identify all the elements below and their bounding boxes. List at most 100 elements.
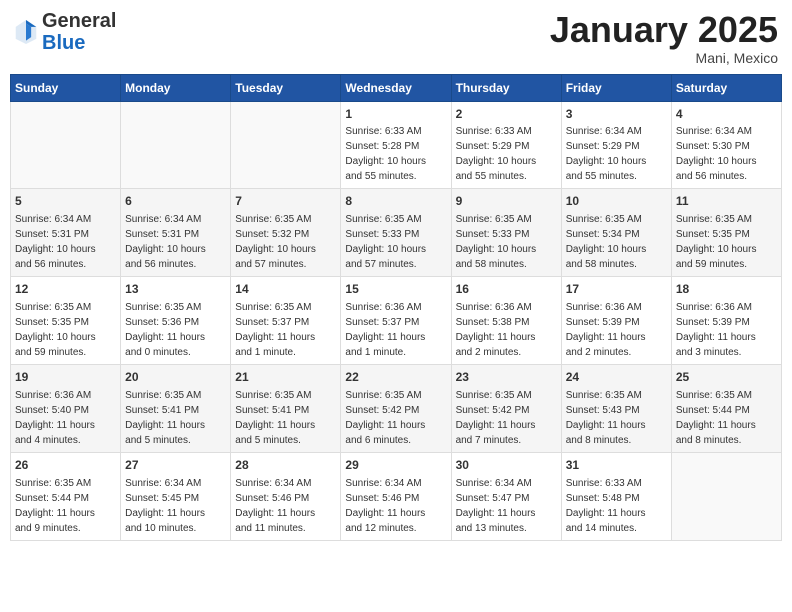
day-number: 14 bbox=[235, 281, 336, 298]
day-info: Sunrise: 6:35 AM Sunset: 5:36 PM Dayligh… bbox=[125, 302, 205, 358]
calendar-cell: 4Sunrise: 6:34 AM Sunset: 5:30 PM Daylig… bbox=[671, 101, 781, 189]
logo: General Blue bbox=[14, 10, 116, 54]
day-info: Sunrise: 6:35 AM Sunset: 5:41 PM Dayligh… bbox=[235, 390, 315, 446]
day-number: 19 bbox=[15, 369, 116, 386]
calendar-cell: 2 Sunrise: 6:33 AM Sunset: 5:29 PM Daylig… bbox=[451, 101, 561, 189]
day-info: Sunrise: 6:33 AM Sunset: 5:28 PM Dayligh… bbox=[345, 126, 426, 182]
day-number: 27 bbox=[125, 457, 226, 474]
day-number: 13 bbox=[125, 281, 226, 298]
calendar-cell: 14 Sunrise: 6:35 AM Sunset: 5:37 PM Dayli… bbox=[231, 277, 341, 365]
weekday-header-sunday: Sunday bbox=[11, 74, 121, 101]
weekday-header-thursday: Thursday bbox=[451, 74, 561, 101]
day-number: 1 bbox=[345, 106, 446, 123]
day-number: 24 bbox=[566, 369, 667, 386]
day-number: 6 bbox=[125, 193, 226, 210]
calendar-cell bbox=[231, 101, 341, 189]
title-block: January 2025 Mani, Mexico bbox=[550, 10, 778, 66]
calendar-cell: 27 Sunrise: 6:34 AM Sunset: 5:45 PM Dayli… bbox=[121, 452, 231, 540]
day-info: Sunrise: 6:33 AM Sunset: 5:29 PM Dayligh… bbox=[456, 126, 537, 182]
day-info: Sunrise: 6:35 AM Sunset: 5:43 PM Dayligh… bbox=[566, 390, 646, 446]
calendar-cell: 12 Sunrise: 6:35 AM Sunset: 5:35 PM Dayli… bbox=[11, 277, 121, 365]
calendar-cell: 16Sunrise: 6:36 AM Sunset: 5:38 PM Dayli… bbox=[451, 277, 561, 365]
calendar-cell: 8 Sunrise: 6:35 AM Sunset: 5:33 PM Daylig… bbox=[341, 189, 451, 277]
day-info: Sunrise: 6:35 AM Sunset: 5:42 PM Dayligh… bbox=[345, 390, 425, 446]
calendar-cell: 25 Sunrise: 6:35 AM Sunset: 5:44 PM Dayli… bbox=[671, 364, 781, 452]
day-number: 30 bbox=[456, 457, 557, 474]
logo-text: General Blue bbox=[42, 10, 116, 54]
day-info: Sunrise: 6:35 AM Sunset: 5:35 PM Dayligh… bbox=[15, 302, 96, 358]
calendar-cell: 20 Sunrise: 6:35 AM Sunset: 5:41 PM Dayli… bbox=[121, 364, 231, 452]
day-info: Sunrise: 6:35 AM Sunset: 5:33 PM Dayligh… bbox=[345, 214, 426, 270]
day-number: 11 bbox=[676, 193, 777, 210]
day-number: 9 bbox=[456, 193, 557, 210]
day-info: Sunrise: 6:36 AM Sunset: 5:40 PM Dayligh… bbox=[15, 390, 95, 446]
calendar-cell: 22 Sunrise: 6:35 AM Sunset: 5:42 PM Dayli… bbox=[341, 364, 451, 452]
day-info: Sunrise: 6:35 AM Sunset: 5:41 PM Dayligh… bbox=[125, 390, 205, 446]
weekday-header-monday: Monday bbox=[121, 74, 231, 101]
day-info: Sunrise: 6:33 AM Sunset: 5:48 PM Dayligh… bbox=[566, 478, 646, 534]
day-number: 29 bbox=[345, 457, 446, 474]
calendar-cell: 15Sunrise: 6:36 AM Sunset: 5:37 PM Dayli… bbox=[341, 277, 451, 365]
day-info: Sunrise: 6:35 AM Sunset: 5:42 PM Dayligh… bbox=[456, 390, 536, 446]
weekday-header-wednesday: Wednesday bbox=[341, 74, 451, 101]
day-info: Sunrise: 6:35 AM Sunset: 5:37 PM Dayligh… bbox=[235, 302, 315, 358]
calendar-cell: 6 Sunrise: 6:34 AM Sunset: 5:31 PM Daylig… bbox=[121, 189, 231, 277]
day-info: Sunrise: 6:34 AM Sunset: 5:46 PM Dayligh… bbox=[235, 478, 315, 534]
calendar-cell bbox=[121, 101, 231, 189]
calendar-cell: 19 Sunrise: 6:36 AM Sunset: 5:40 PM Dayli… bbox=[11, 364, 121, 452]
calendar-week-row: 1 Sunrise: 6:33 AM Sunset: 5:28 PM Daylig… bbox=[11, 101, 782, 189]
day-number: 7 bbox=[235, 193, 336, 210]
logo-icon bbox=[14, 18, 38, 46]
calendar-week-row: 19 Sunrise: 6:36 AM Sunset: 5:40 PM Dayli… bbox=[11, 364, 782, 452]
calendar-cell: 3 Sunrise: 6:34 AM Sunset: 5:29 PM Daylig… bbox=[561, 101, 671, 189]
calendar-cell: 11Sunrise: 6:35 AM Sunset: 5:35 PM Dayli… bbox=[671, 189, 781, 277]
page-header: General Blue January 2025 Mani, Mexico bbox=[10, 10, 782, 66]
day-number: 25 bbox=[676, 369, 777, 386]
day-info: Sunrise: 6:34 AM Sunset: 5:31 PM Dayligh… bbox=[15, 214, 96, 270]
calendar-cell: 18Sunrise: 6:36 AM Sunset: 5:39 PM Dayli… bbox=[671, 277, 781, 365]
calendar-cell bbox=[11, 101, 121, 189]
calendar-week-row: 12 Sunrise: 6:35 AM Sunset: 5:35 PM Dayli… bbox=[11, 277, 782, 365]
calendar-cell: 13 Sunrise: 6:35 AM Sunset: 5:36 PM Dayli… bbox=[121, 277, 231, 365]
day-info: Sunrise: 6:34 AM Sunset: 5:45 PM Dayligh… bbox=[125, 478, 205, 534]
day-number: 5 bbox=[15, 193, 116, 210]
month-title: January 2025 bbox=[550, 10, 778, 50]
calendar-cell: 28 Sunrise: 6:34 AM Sunset: 5:46 PM Dayli… bbox=[231, 452, 341, 540]
day-number: 26 bbox=[15, 457, 116, 474]
day-number: 2 bbox=[456, 106, 557, 123]
day-info: Sunrise: 6:36 AM Sunset: 5:39 PM Dayligh… bbox=[566, 302, 646, 358]
day-info: Sunrise: 6:35 AM Sunset: 5:34 PM Dayligh… bbox=[566, 214, 647, 270]
calendar-cell: 24 Sunrise: 6:35 AM Sunset: 5:43 PM Dayli… bbox=[561, 364, 671, 452]
day-info: Sunrise: 6:36 AM Sunset: 5:37 PM Dayligh… bbox=[345, 302, 425, 358]
calendar-cell: 29 Sunrise: 6:34 AM Sunset: 5:46 PM Dayli… bbox=[341, 452, 451, 540]
weekday-header-saturday: Saturday bbox=[671, 74, 781, 101]
day-number: 3 bbox=[566, 106, 667, 123]
location: Mani, Mexico bbox=[550, 50, 778, 66]
day-number: 12 bbox=[15, 281, 116, 298]
calendar-cell: 17Sunrise: 6:36 AM Sunset: 5:39 PM Dayli… bbox=[561, 277, 671, 365]
calendar-cell: 1 Sunrise: 6:33 AM Sunset: 5:28 PM Daylig… bbox=[341, 101, 451, 189]
day-info: Sunrise: 6:34 AM Sunset: 5:46 PM Dayligh… bbox=[345, 478, 425, 534]
day-number: 18 bbox=[676, 281, 777, 298]
calendar-header: SundayMondayTuesdayWednesdayThursdayFrid… bbox=[11, 74, 782, 101]
day-info: Sunrise: 6:35 AM Sunset: 5:44 PM Dayligh… bbox=[15, 478, 95, 534]
calendar-cell bbox=[671, 452, 781, 540]
calendar-cell: 31 Sunrise: 6:33 AM Sunset: 5:48 PM Dayli… bbox=[561, 452, 671, 540]
day-number: 23 bbox=[456, 369, 557, 386]
day-number: 20 bbox=[125, 369, 226, 386]
day-number: 10 bbox=[566, 193, 667, 210]
day-number: 22 bbox=[345, 369, 446, 386]
day-info: Sunrise: 6:34 AM Sunset: 5:31 PM Dayligh… bbox=[125, 214, 206, 270]
day-number: 31 bbox=[566, 457, 667, 474]
day-info: Sunrise: 6:35 AM Sunset: 5:33 PM Dayligh… bbox=[456, 214, 537, 270]
day-info: Sunrise: 6:35 AM Sunset: 5:44 PM Dayligh… bbox=[676, 390, 756, 446]
calendar-cell: 7Sunrise: 6:35 AM Sunset: 5:32 PM Daylig… bbox=[231, 189, 341, 277]
day-info: Sunrise: 6:34 AM Sunset: 5:47 PM Dayligh… bbox=[456, 478, 536, 534]
calendar-week-row: 26 Sunrise: 6:35 AM Sunset: 5:44 PM Dayli… bbox=[11, 452, 782, 540]
day-number: 28 bbox=[235, 457, 336, 474]
calendar-cell: 21Sunrise: 6:35 AM Sunset: 5:41 PM Dayli… bbox=[231, 364, 341, 452]
day-number: 8 bbox=[345, 193, 446, 210]
calendar-week-row: 5 Sunrise: 6:34 AM Sunset: 5:31 PM Daylig… bbox=[11, 189, 782, 277]
day-info: Sunrise: 6:34 AM Sunset: 5:29 PM Dayligh… bbox=[566, 126, 647, 182]
calendar-cell: 5 Sunrise: 6:34 AM Sunset: 5:31 PM Daylig… bbox=[11, 189, 121, 277]
